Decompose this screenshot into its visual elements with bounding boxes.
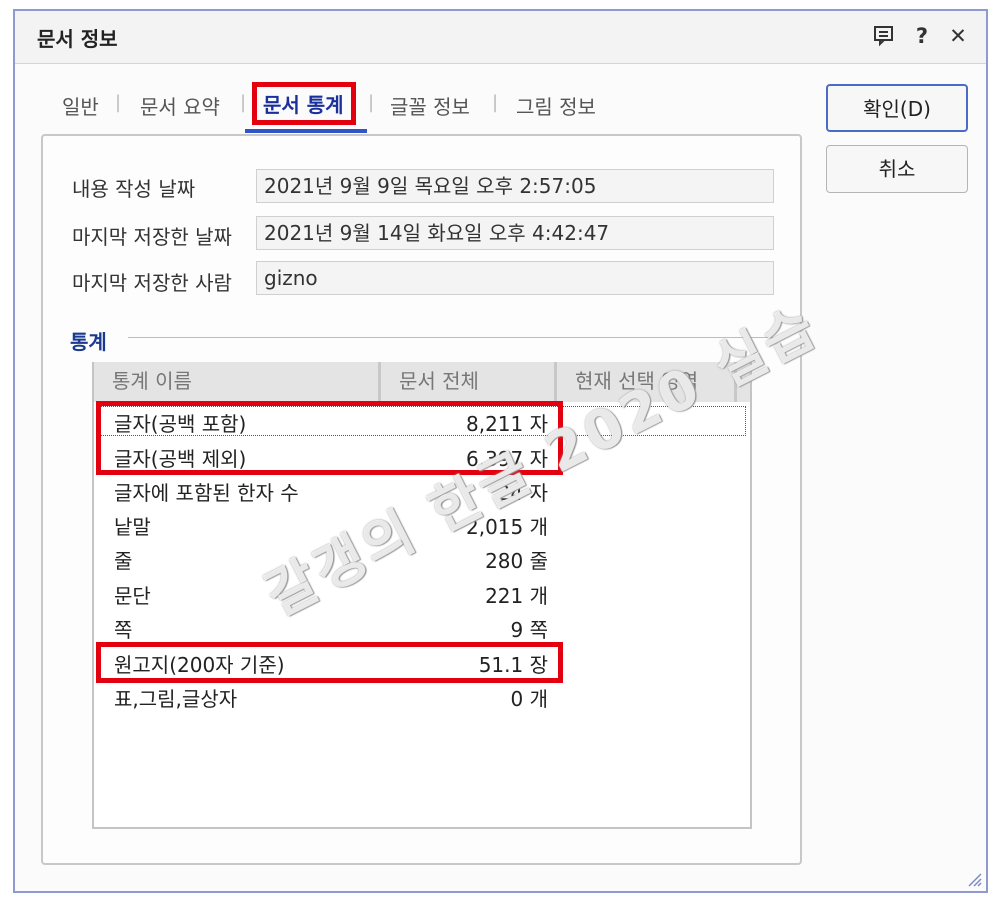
table-row-name: 문단	[114, 584, 151, 608]
last-saved-by-label: 마지막 저장한 사람	[72, 271, 232, 295]
ok-button[interactable]: 확인(D)	[826, 84, 968, 132]
section-title: 통계	[70, 330, 107, 354]
table-row-value: 0 개	[510, 687, 548, 711]
created-date-label: 내용 작성 날짜	[72, 177, 196, 201]
table-row-name: 줄	[114, 549, 133, 573]
tab-image-info[interactable]: 그림 정보	[516, 91, 596, 120]
tab-separator: |	[492, 92, 499, 113]
table-row-value: 9 쪽	[510, 618, 548, 642]
tab-separator: |	[368, 92, 375, 113]
titlebar: 문서 정보 ? ✕	[15, 11, 986, 64]
comment-icon[interactable]	[871, 23, 897, 49]
column-header-name[interactable]: 통계 이름	[94, 362, 381, 402]
close-icon[interactable]: ✕	[945, 23, 971, 49]
tab-separator: |	[240, 92, 247, 113]
table-row-value: 221 개	[485, 584, 548, 608]
last-saved-date-label: 마지막 저장한 날짜	[72, 225, 232, 249]
created-date-field: 2021년 9월 9일 목요일 오후 2:57:05	[256, 169, 774, 203]
tab-general[interactable]: 일반	[62, 91, 99, 120]
highlight-box	[96, 642, 563, 683]
help-icon[interactable]: ?	[909, 23, 935, 49]
tab-font-info[interactable]: 글꼴 정보	[390, 91, 470, 120]
column-header-document-total[interactable]: 문서 전체	[381, 362, 557, 402]
table-row-name: 글자에 포함된 한자 수	[114, 481, 299, 505]
dialog-title: 문서 정보	[37, 27, 118, 51]
table-row-name: 쪽	[114, 618, 133, 642]
last-saved-by-field: gizno	[256, 261, 774, 295]
active-tab-underline	[245, 129, 367, 133]
table-row-name: 낱말	[114, 515, 151, 539]
section-divider	[128, 337, 773, 338]
tab-separator: |	[115, 92, 122, 113]
highlight-box	[252, 82, 356, 125]
resize-grip-icon[interactable]	[964, 869, 982, 887]
cancel-button[interactable]: 취소	[826, 145, 968, 193]
last-saved-date-field: 2021년 9월 14일 화요일 오후 4:42:47	[256, 216, 774, 250]
table-row-name: 표,그림,글상자	[114, 687, 238, 711]
tab-summary[interactable]: 문서 요약	[140, 91, 220, 120]
table-row-value: 280 줄	[485, 549, 548, 573]
